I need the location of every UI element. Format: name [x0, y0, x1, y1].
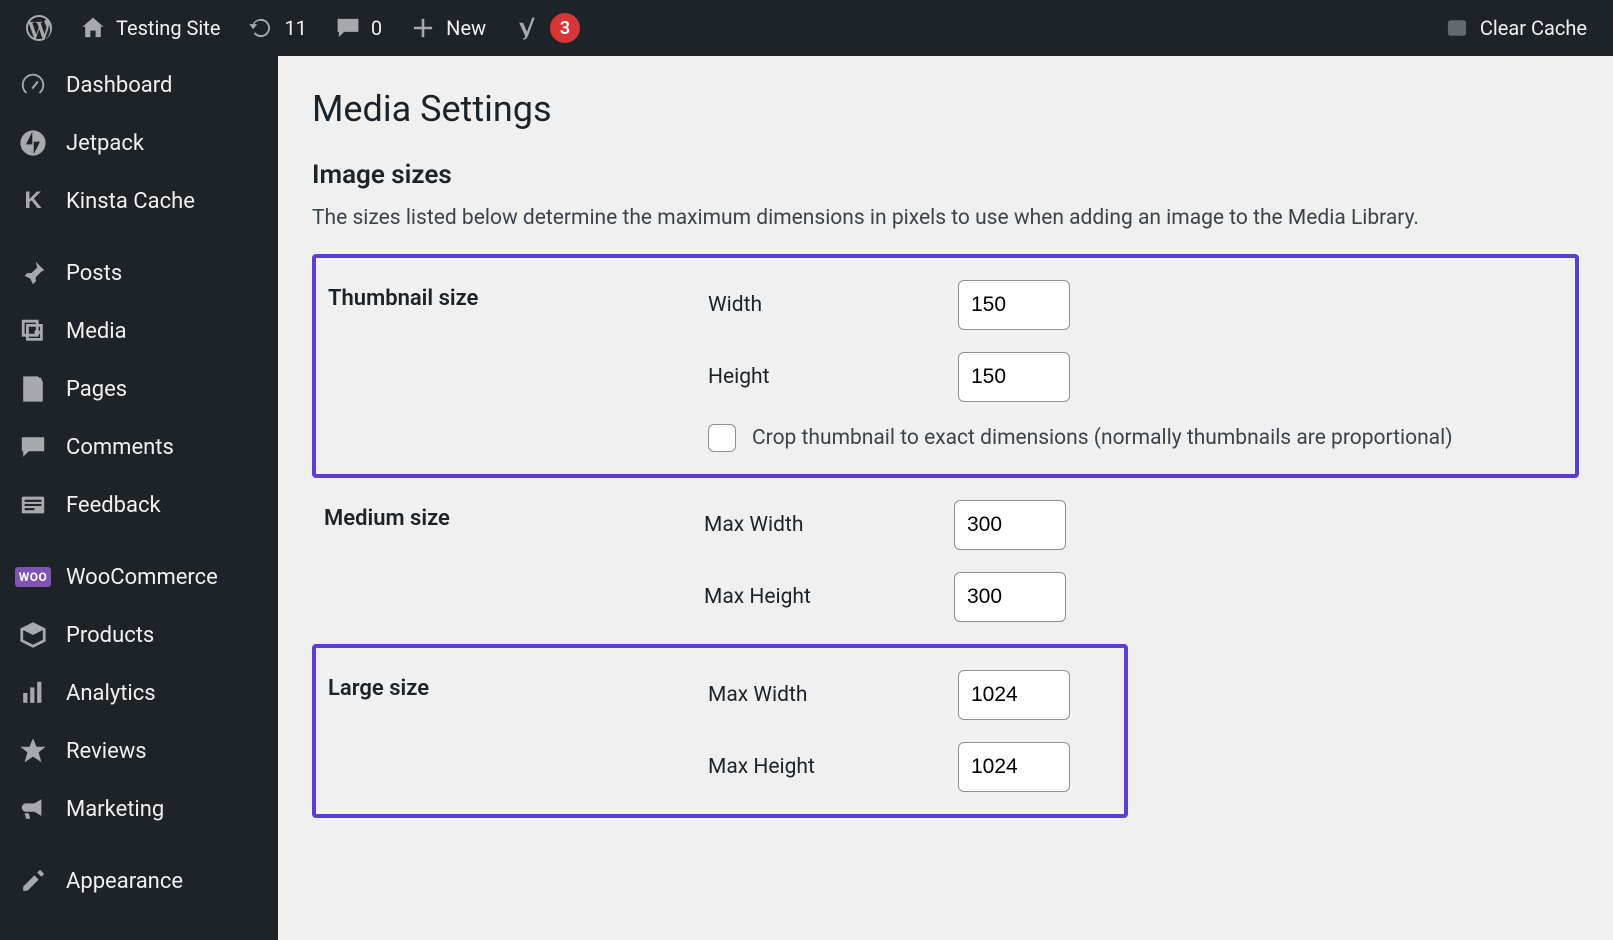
sidebar-item-label: Products [66, 623, 154, 648]
sidebar-item-kinsta[interactable]: K Kinsta Cache [0, 172, 278, 230]
sidebar-item-label: Pages [66, 377, 127, 402]
medium-maxh-input[interactable] [954, 572, 1066, 622]
pin-icon [18, 258, 48, 288]
wp-logo-menu[interactable] [12, 0, 66, 56]
comments-icon [18, 432, 48, 462]
large-maxw-label: Max Width [708, 683, 958, 707]
large-legend: Large size [328, 670, 708, 792]
appearance-icon [18, 866, 48, 896]
comment-icon [335, 15, 361, 41]
wordpress-icon [26, 15, 52, 41]
updates-menu[interactable]: 11 [234, 0, 320, 56]
updates-count: 11 [284, 16, 306, 40]
medium-maxh-label: Max Height [704, 585, 954, 609]
thumbnail-width-label: Width [708, 293, 958, 317]
sidebar-item-products[interactable]: Products [0, 606, 278, 664]
sidebar-item-marketing[interactable]: Marketing [0, 780, 278, 838]
main-content: Media Settings Image sizes The sizes lis… [278, 56, 1613, 940]
new-label: New [446, 16, 486, 40]
comments-menu[interactable]: 0 [321, 0, 396, 56]
thumbnail-crop-checkbox[interactable] [708, 424, 736, 452]
medium-section: Medium size Max Width Max Height [312, 478, 1579, 644]
new-content-menu[interactable]: New [396, 0, 500, 56]
products-icon [18, 620, 48, 650]
sidebar-item-label: Kinsta Cache [66, 189, 195, 214]
clear-cache-menu[interactable]: Clear Cache [1430, 0, 1601, 56]
megaphone-icon [18, 794, 48, 824]
sidebar-item-comments[interactable]: Comments [0, 418, 278, 476]
thumbnail-section: Thumbnail size Width Height Crop thumbna… [312, 254, 1579, 478]
media-icon [18, 316, 48, 346]
sidebar-item-dashboard[interactable]: Dashboard [0, 56, 278, 114]
sidebar-item-label: Dashboard [66, 73, 172, 98]
sidebar-item-analytics[interactable]: Analytics [0, 664, 278, 722]
sidebar-item-label: Comments [66, 435, 174, 460]
large-maxh-label: Max Height [708, 755, 958, 779]
admin-toolbar: Testing Site 11 0 New 3 Clear Cache [0, 0, 1613, 56]
thumbnail-crop-row: Crop thumbnail to exact dimensions (norm… [708, 424, 1563, 452]
yoast-badge: 3 [550, 13, 580, 43]
sidebar-item-label: Reviews [66, 739, 147, 764]
analytics-icon [18, 678, 48, 708]
large-section: Large size Max Width Max Height [312, 644, 1128, 818]
admin-sidebar: Dashboard Jetpack K Kinsta Cache Posts M… [0, 56, 278, 940]
sidebar-item-woocommerce[interactable]: WOO WooCommerce [0, 548, 278, 606]
sidebar-item-label: Feedback [66, 493, 161, 518]
thumbnail-height-label: Height [708, 365, 958, 389]
cache-icon [1444, 15, 1470, 41]
sidebar-item-label: Marketing [66, 797, 164, 822]
large-maxh-input[interactable] [958, 742, 1070, 792]
sidebar-item-label: Jetpack [66, 131, 144, 156]
jetpack-icon [18, 128, 48, 158]
section-description: The sizes listed below determine the max… [312, 206, 1579, 230]
sidebar-item-label: WooCommerce [66, 565, 218, 590]
section-title: Image sizes [312, 160, 1579, 190]
sidebar-item-label: Appearance [66, 869, 183, 894]
dashboard-icon [18, 70, 48, 100]
medium-maxw-label: Max Width [704, 513, 954, 537]
page-icon [18, 374, 48, 404]
yoast-icon [514, 15, 540, 41]
large-maxw-input[interactable] [958, 670, 1070, 720]
sidebar-item-label: Posts [66, 261, 122, 286]
page-title: Media Settings [312, 88, 1579, 130]
woocommerce-icon: WOO [18, 562, 48, 592]
sidebar-item-appearance[interactable]: Appearance [0, 852, 278, 910]
sidebar-item-posts[interactable]: Posts [0, 244, 278, 302]
sidebar-item-label: Media [66, 319, 127, 344]
kinsta-icon: K [18, 186, 48, 216]
home-icon [80, 15, 106, 41]
thumbnail-legend: Thumbnail size [328, 280, 708, 452]
medium-legend: Medium size [324, 500, 704, 622]
medium-maxw-input[interactable] [954, 500, 1066, 550]
update-icon [248, 15, 274, 41]
sidebar-item-jetpack[interactable]: Jetpack [0, 114, 278, 172]
star-icon [18, 736, 48, 766]
sidebar-item-feedback[interactable]: Feedback [0, 476, 278, 534]
comments-count: 0 [371, 16, 382, 40]
settings-form: Thumbnail size Width Height Crop thumbna… [312, 254, 1579, 818]
sidebar-item-reviews[interactable]: Reviews [0, 722, 278, 780]
sidebar-item-pages[interactable]: Pages [0, 360, 278, 418]
thumbnail-height-input[interactable] [958, 352, 1070, 402]
sidebar-item-media[interactable]: Media [0, 302, 278, 360]
thumbnail-width-input[interactable] [958, 280, 1070, 330]
feedback-icon [18, 490, 48, 520]
plus-icon [410, 15, 436, 41]
site-name-menu[interactable]: Testing Site [66, 0, 234, 56]
thumbnail-crop-label: Crop thumbnail to exact dimensions (norm… [752, 426, 1453, 450]
site-name: Testing Site [116, 16, 220, 40]
sidebar-item-label: Analytics [66, 681, 156, 706]
yoast-menu[interactable]: 3 [500, 0, 594, 56]
clear-cache-label: Clear Cache [1480, 16, 1587, 40]
